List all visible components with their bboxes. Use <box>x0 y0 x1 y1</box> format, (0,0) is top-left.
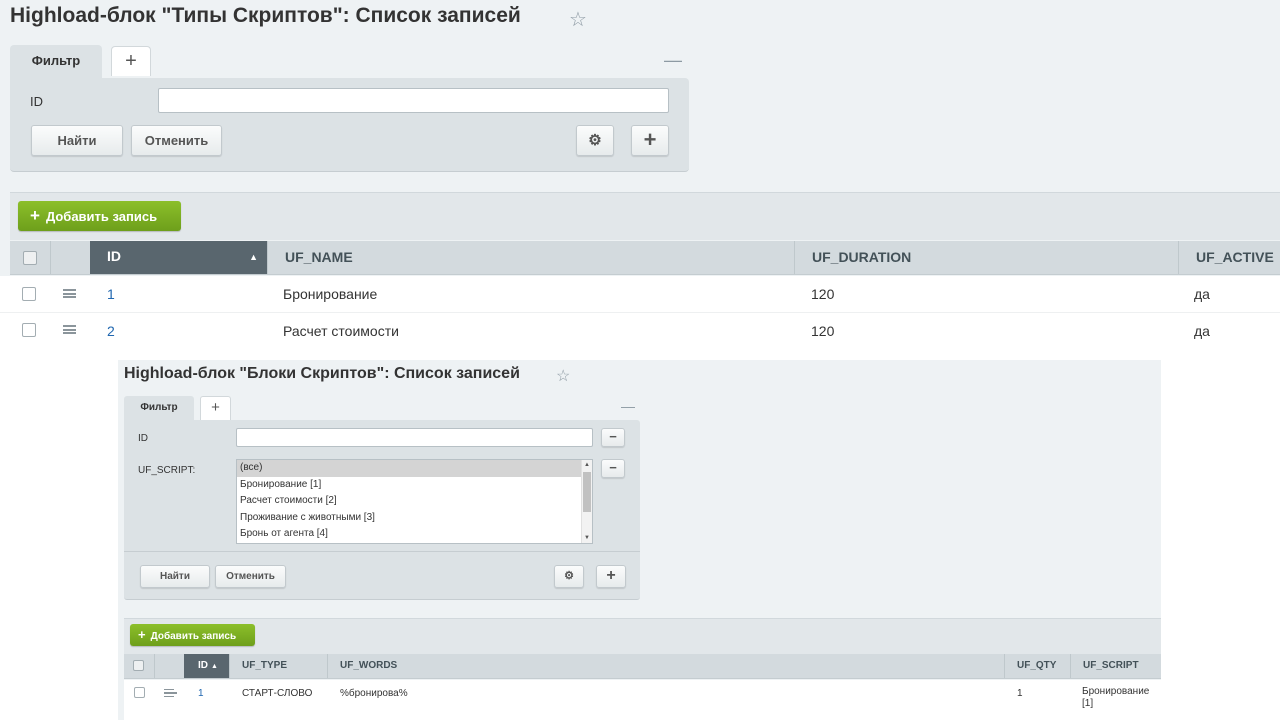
add-record-label: Добавить запись <box>45 209 158 224</box>
remove-uf-script-filter-button[interactable]: − <box>601 459 625 478</box>
tab-filter[interactable]: Фильтр <box>10 45 102 79</box>
add-filter-tab-button[interactable]: + <box>200 396 231 420</box>
listbox-option[interactable]: Бронь от агента [4] <box>237 526 581 543</box>
cell-id[interactable]: 1 <box>198 688 204 699</box>
uf-script-listbox[interactable]: (все) Бронирование [1] Расчет стоимости … <box>236 459 593 544</box>
filter-settings-button[interactable]: ⚙ <box>576 125 614 156</box>
row-menu-icon[interactable] <box>63 325 76 334</box>
cell-uf-qty: 1 <box>1017 688 1023 699</box>
listbox-option[interactable]: Расчет стоимости [2] <box>237 493 581 510</box>
plus-icon: + <box>643 127 657 152</box>
column-header-id[interactable]: ID ▲ <box>90 241 267 274</box>
remove-id-filter-button[interactable]: − <box>601 428 625 447</box>
cell-uf-name: Бронирование <box>283 286 378 302</box>
find-button[interactable]: Найти <box>140 565 210 588</box>
add-record-button[interactable]: + Добавить запись <box>18 201 181 231</box>
cell-uf-active: да <box>1194 286 1210 302</box>
actions-column-header <box>50 241 90 274</box>
plus-icon: + <box>606 567 616 584</box>
minus-icon: − <box>609 429 617 444</box>
actions-column-header <box>154 654 184 678</box>
listbox-option[interactable]: Бронирование [1] <box>237 477 581 494</box>
tab-filter[interactable]: Фильтр <box>124 396 194 422</box>
column-header-uf-duration[interactable]: UF_DURATION <box>794 241 1178 274</box>
page-title: Highload-блок "Блоки Скриптов": Список з… <box>124 365 520 382</box>
filter-divider <box>124 551 640 552</box>
scrollbar-thumb[interactable] <box>583 472 591 512</box>
filter-id-label: ID <box>138 433 148 444</box>
cell-uf-duration: 120 <box>811 323 835 339</box>
scroll-down-icon[interactable]: ▼ <box>584 535 590 541</box>
column-header-label: ID <box>107 248 121 264</box>
minimize-filter-icon[interactable]: — <box>621 398 635 414</box>
toolbar <box>10 192 1280 240</box>
gear-icon: ⚙ <box>588 132 602 149</box>
column-header-id[interactable]: ID ▲ <box>184 654 229 678</box>
sort-asc-icon: ▲ <box>211 663 218 670</box>
cancel-button[interactable]: Отменить <box>131 125 222 156</box>
table-row[interactable]: 1 Бронирование 120 да <box>0 276 1280 312</box>
find-button[interactable]: Найти <box>31 125 123 156</box>
plus-icon: + <box>30 206 40 225</box>
row-checkbox[interactable] <box>22 323 36 337</box>
cell-uf-duration: 120 <box>811 286 835 302</box>
add-filter-tab-button[interactable]: + <box>111 46 151 76</box>
listbox-option[interactable]: (все) <box>237 460 581 477</box>
row-checkbox[interactable] <box>134 687 145 698</box>
cell-id[interactable]: 1 <box>107 276 115 312</box>
column-header-uf-words[interactable]: UF_WORDS <box>327 654 1004 678</box>
toolbar <box>124 618 1161 654</box>
page-title: Highload-блок "Типы Скриптов": Список за… <box>10 4 521 27</box>
cell-id[interactable]: 2 <box>107 313 115 347</box>
add-record-button[interactable]: + Добавить запись <box>130 624 255 646</box>
cell-uf-type: СТАРТ-СЛОВО <box>242 688 313 699</box>
select-all-checkbox[interactable] <box>133 660 144 671</box>
blocks-scripts-panel: Highload-блок "Блоки Скриптов": Список з… <box>118 360 1161 720</box>
cell-uf-words: %бронирова% <box>340 688 408 699</box>
select-all-checkbox[interactable] <box>23 251 37 265</box>
column-header-label: ID <box>198 660 208 671</box>
row-checkbox[interactable] <box>22 287 36 301</box>
filter-id-label: ID <box>30 94 43 109</box>
table-row[interactable]: 2 Расчет стоимости 120 да <box>0 312 1280 347</box>
column-header-uf-script[interactable]: UF_SCRIPT <box>1070 654 1161 678</box>
add-filter-field-button[interactable]: + <box>631 125 669 156</box>
table-header: ID ▲ UF_TYPE UF_WORDS UF_QTY UF_SCRIPT <box>124 654 1161 679</box>
sort-asc-icon: ▲ <box>249 252 258 262</box>
table-header: ID ▲ UF_NAME UF_DURATION UF_ACTIVE <box>10 241 1280 275</box>
column-header-uf-name[interactable]: UF_NAME <box>267 241 794 274</box>
column-header-uf-active[interactable]: UF_ACTIVE <box>1178 241 1280 274</box>
cell-uf-script: Бронирование [1] <box>1082 686 1150 709</box>
cell-uf-name: Расчет стоимости <box>283 323 399 339</box>
types-scripts-panel: Highload-блок "Типы Скриптов": Список за… <box>0 0 1280 347</box>
cancel-button[interactable]: Отменить <box>215 565 286 588</box>
favorite-star-icon[interactable]: ☆ <box>569 7 587 32</box>
filter-uf-script-label: UF_SCRIPT: <box>138 465 196 476</box>
cell-uf-active: да <box>1194 323 1210 339</box>
row-menu-icon[interactable] <box>63 289 76 298</box>
filter-id-input[interactable] <box>236 428 593 447</box>
listbox-scrollbar[interactable]: ▲ ▼ <box>581 460 592 543</box>
listbox-option[interactable]: Проживание с животными [3] <box>237 510 581 527</box>
filter-settings-button[interactable]: ⚙ <box>554 565 584 588</box>
column-header-uf-type[interactable]: UF_TYPE <box>229 654 327 678</box>
gear-icon: ⚙ <box>564 570 574 582</box>
plus-icon: + <box>138 627 146 642</box>
filter-id-input[interactable] <box>158 88 669 113</box>
favorite-star-icon[interactable]: ☆ <box>556 366 570 386</box>
add-filter-field-button[interactable]: + <box>596 565 626 588</box>
table-row[interactable]: 1 СТАРТ-СЛОВО %бронирова% 1 Бронирование… <box>124 680 1161 720</box>
minimize-filter-icon[interactable]: — <box>664 50 682 71</box>
add-record-label: Добавить запись <box>150 631 237 642</box>
row-menu-icon[interactable] <box>164 689 177 697</box>
minus-icon: − <box>609 460 617 475</box>
column-header-uf-qty[interactable]: UF_QTY <box>1004 654 1070 678</box>
scroll-up-icon[interactable]: ▲ <box>584 462 590 468</box>
